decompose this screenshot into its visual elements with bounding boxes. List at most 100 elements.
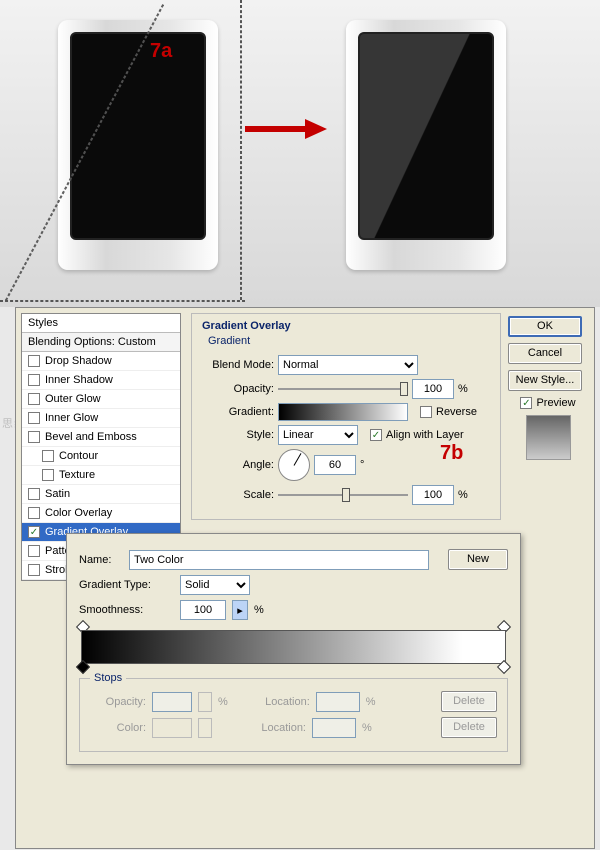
gradient-type-label: Gradient Type: xyxy=(79,579,174,591)
percent-label: % xyxy=(254,604,264,616)
stop-location-label: Location: xyxy=(250,722,306,734)
style-label: Outer Glow xyxy=(45,393,101,405)
style-row-contour[interactable]: Contour xyxy=(22,447,180,466)
align-checkbox[interactable]: ✓ xyxy=(370,429,382,441)
style-label: Style: xyxy=(202,429,274,441)
style-label: Color Overlay xyxy=(45,507,112,519)
arrow-icon xyxy=(245,120,327,140)
stop-opacity-label: Opacity: xyxy=(90,696,146,708)
color-swatch xyxy=(152,718,192,738)
new-button[interactable]: New xyxy=(448,549,508,570)
style-row-texture[interactable]: Texture xyxy=(22,466,180,485)
percent-label: % xyxy=(362,722,372,734)
angle-dial[interactable] xyxy=(278,449,310,481)
style-row-satin[interactable]: Satin xyxy=(22,485,180,504)
style-row-color-overlay[interactable]: Color Overlay xyxy=(22,504,180,523)
style-checkbox[interactable] xyxy=(28,393,40,405)
style-checkbox[interactable] xyxy=(28,545,40,557)
style-select[interactable]: Linear xyxy=(278,425,358,445)
preview-swatch xyxy=(526,415,571,460)
device-right-screen xyxy=(358,32,494,240)
reverse-label: Reverse xyxy=(436,406,477,418)
scale-slider[interactable] xyxy=(278,488,408,502)
delete-button: Delete xyxy=(441,691,497,712)
style-checkbox[interactable] xyxy=(28,355,40,367)
percent-label: % xyxy=(366,696,376,708)
blending-options-row[interactable]: Blending Options: Custom xyxy=(22,333,180,352)
annotation-7b: 7b xyxy=(440,442,463,465)
style-row-drop-shadow[interactable]: Drop Shadow xyxy=(22,352,180,371)
style-checkbox[interactable]: ✓ xyxy=(28,526,40,538)
scale-input[interactable] xyxy=(412,485,454,505)
stop-location-label: Location: xyxy=(254,696,310,708)
gradient-bar[interactable] xyxy=(81,630,506,664)
style-checkbox[interactable] xyxy=(42,450,54,462)
preview-label: Preview xyxy=(536,397,575,409)
opacity-input[interactable] xyxy=(412,379,454,399)
device-left-screen xyxy=(70,32,206,240)
panel-subgroup: Gradient xyxy=(202,335,490,351)
stops-group: Stops Opacity: % Location: % Delete Colo… xyxy=(79,678,508,752)
blend-mode-select[interactable]: Normal xyxy=(278,355,418,375)
chevron-right-icon[interactable]: ▸ xyxy=(232,600,248,620)
angle-label: Angle: xyxy=(202,459,274,471)
style-checkbox[interactable] xyxy=(28,412,40,424)
style-label: Texture xyxy=(59,469,95,481)
opacity-slider[interactable] xyxy=(278,382,408,396)
stop-location-input xyxy=(316,692,360,712)
name-label: Name: xyxy=(79,554,123,566)
style-checkbox[interactable] xyxy=(28,488,40,500)
percent-label: % xyxy=(458,383,468,395)
style-checkbox[interactable] xyxy=(28,507,40,519)
style-checkbox[interactable] xyxy=(28,431,40,443)
angle-input[interactable] xyxy=(314,455,356,475)
degree-label: ° xyxy=(360,459,364,471)
chevron-right-icon xyxy=(198,692,212,712)
percent-label: % xyxy=(458,489,468,501)
stop-color-label: Color: xyxy=(90,722,146,734)
style-label: Inner Glow xyxy=(45,412,98,424)
style-label: Bevel and Emboss xyxy=(45,431,137,443)
style-checkbox[interactable] xyxy=(28,564,40,576)
gradient-swatch[interactable] xyxy=(278,403,408,421)
style-label: Inner Shadow xyxy=(45,374,113,386)
stops-title: Stops xyxy=(90,672,126,684)
gradient-editor-dialog: Name: New Gradient Type: Solid Smoothnes… xyxy=(66,533,521,765)
ok-button[interactable]: OK xyxy=(508,316,582,337)
reverse-checkbox[interactable] xyxy=(420,406,432,418)
new-style-button[interactable]: New Style... xyxy=(508,370,582,391)
style-row-inner-glow[interactable]: Inner Glow xyxy=(22,409,180,428)
chevron-right-icon xyxy=(198,718,212,738)
align-label: Align with Layer xyxy=(386,429,464,441)
style-checkbox[interactable] xyxy=(42,469,54,481)
annotation-7a: 7a xyxy=(150,40,172,63)
smoothness-input[interactable] xyxy=(180,600,226,620)
style-label: Contour xyxy=(59,450,98,462)
style-checkbox[interactable] xyxy=(28,374,40,386)
stop-opacity-input xyxy=(152,692,192,712)
selection-marquee xyxy=(240,0,242,300)
style-row-bevel-and-emboss[interactable]: Bevel and Emboss xyxy=(22,428,180,447)
screen-gloss xyxy=(360,34,492,238)
styles-header[interactable]: Styles xyxy=(22,314,180,333)
layer-style-dialog: Styles Blending Options: Custom Drop Sha… xyxy=(15,307,595,849)
opacity-label: Opacity: xyxy=(202,383,274,395)
style-row-inner-shadow[interactable]: Inner Shadow xyxy=(22,371,180,390)
style-row-outer-glow[interactable]: Outer Glow xyxy=(22,390,180,409)
cancel-button[interactable]: Cancel xyxy=(508,343,582,364)
name-input[interactable] xyxy=(129,550,429,570)
percent-label: % xyxy=(218,696,228,708)
style-label: Satin xyxy=(45,488,70,500)
preview-checkbox[interactable]: ✓ xyxy=(520,397,532,409)
selection-marquee xyxy=(0,300,245,302)
scale-label: Scale: xyxy=(202,489,274,501)
device-right xyxy=(346,20,506,270)
stop-location-input xyxy=(312,718,356,738)
illustration-area: 7a xyxy=(0,0,600,307)
delete-button: Delete xyxy=(441,717,497,738)
smoothness-label: Smoothness: xyxy=(79,604,174,616)
gradient-overlay-panel: Gradient Overlay Gradient Blend Mode: No… xyxy=(191,313,501,520)
dialog-buttons: OK Cancel New Style... ✓ Preview xyxy=(508,316,588,460)
gradient-type-select[interactable]: Solid xyxy=(180,575,250,595)
device-left xyxy=(58,20,218,270)
